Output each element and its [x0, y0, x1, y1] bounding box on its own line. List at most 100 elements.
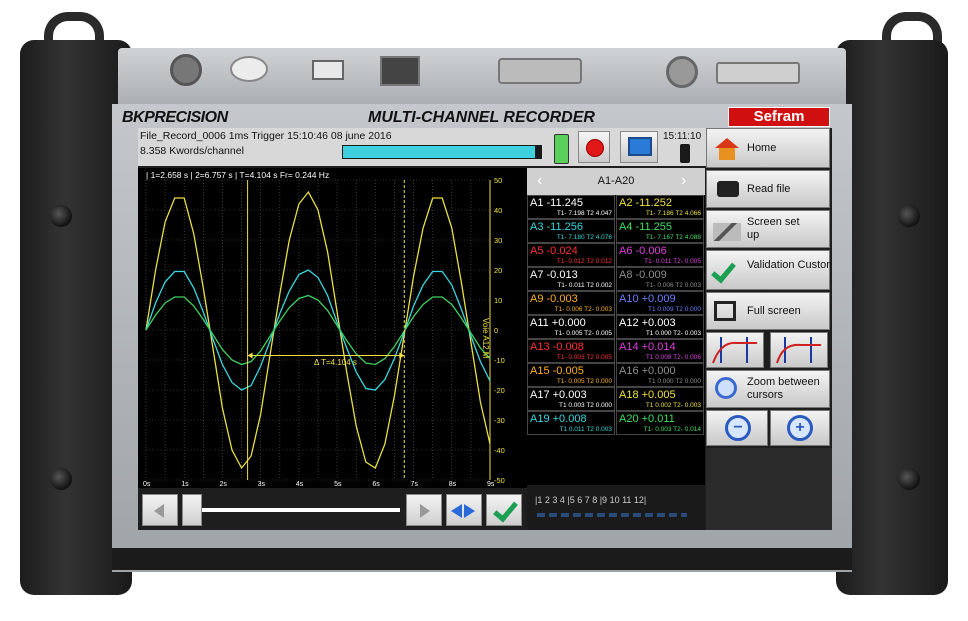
channel-cell-a16[interactable]: A16 +0.000 T1 0.000 T2 0.000: [616, 363, 704, 387]
channel-cell-a11[interactable]: A11 +0.000 T1- 0.005 T2- 0.005: [527, 315, 615, 339]
channel-cell-a14[interactable]: A14 +0.014 T1 0.008 T2- 0.006: [616, 339, 704, 363]
touch-screen: File_Record_0006 1ms Trigger 15:10:46 08…: [138, 128, 832, 530]
screen-setup-button[interactable]: Screen set up: [706, 210, 830, 248]
y-tick-label: -10: [494, 356, 505, 365]
channel-cell-a5[interactable]: A5 -0.024 T1- 0.012 T2 0.012: [527, 243, 615, 267]
serial-port-icon: [716, 62, 800, 84]
channel-cell-a9[interactable]: A9 -0.003 T1- 0.006 T2- 0.003: [527, 291, 615, 315]
channel-cursor-values: T1 0.009 T2 0.000: [647, 306, 701, 313]
clock: 15:11:10: [663, 131, 702, 142]
left-right-arrows-icon: [451, 504, 462, 518]
right-axis-label: Voie A12 M: [481, 318, 490, 359]
zoom-between-cursors-button[interactable]: Zoom between cursors: [706, 370, 830, 408]
zoom-in-icon: +: [787, 415, 813, 441]
y-tick-label: 40: [494, 206, 502, 215]
screw-icon: [898, 205, 920, 227]
partner-logo: Sefram: [728, 107, 830, 127]
channel-cell-a7[interactable]: A7 -0.013 T1- 0.011 T2 0.002: [527, 267, 615, 291]
chevron-right-icon[interactable]: ›: [681, 172, 686, 190]
x-tick-label: 7s: [411, 481, 419, 488]
channel-cursor-values: T1- 0.005 T2- 0.005: [554, 330, 612, 337]
cursor-mode-button-1[interactable]: [706, 332, 764, 368]
x-tick-label: 6s: [372, 481, 380, 488]
channel-cursor-values: T1- 0.011 T2 0.002: [557, 282, 612, 289]
bumper-right: [836, 40, 948, 595]
channel-value: A18 +0.005: [619, 389, 676, 401]
channel-cursor-values: T1 0.011 T2 0.003: [559, 426, 612, 433]
channel-cell-a13[interactable]: A13 -0.008 T1- 0.003 T2 0.005: [527, 339, 615, 363]
channel-value: A6 -0.006: [619, 245, 667, 257]
channel-cursor-values: T1 0.000 T2- 0.003: [645, 330, 701, 337]
zoom-in-button[interactable]: +: [770, 410, 830, 446]
channel-cell-a3[interactable]: A3 -11.256 T1- 7.180 T2 4.076: [527, 219, 615, 243]
y-tick-label: 30: [494, 236, 502, 245]
channel-cell-a8[interactable]: A8 -0.009 T1- 0.006 T2 0.003: [616, 267, 704, 291]
zoom-between-label: Zoom between cursors: [747, 376, 820, 401]
confirm-button[interactable]: [486, 494, 522, 526]
home-label: Home: [747, 141, 777, 154]
screw-icon: [50, 468, 72, 490]
record-icon: [586, 139, 604, 157]
power-jack-icon: [170, 54, 202, 86]
x-tick-label: 0s: [143, 481, 151, 488]
channel-value: A2 -11.252: [619, 197, 673, 209]
expand-horizontal-button[interactable]: [446, 494, 482, 526]
checkmark-icon: [493, 496, 518, 523]
full-screen-button[interactable]: Full screen: [706, 292, 830, 330]
sidebar-empty-area: [706, 448, 832, 530]
channel-cursor-values: T1 0.008 T2- 0.006: [645, 354, 701, 361]
x-tick-label: 3s: [258, 481, 266, 488]
screw-icon: [50, 205, 72, 227]
channel-value: A7 -0.013: [530, 269, 578, 281]
monitor-camera-icon: [628, 137, 652, 156]
channel-cell-a18[interactable]: A18 +0.005 T1 0.002 T2- 0.003: [616, 387, 704, 411]
arrow-right-icon: [420, 504, 430, 518]
page-selector[interactable]: |1 2 3 4 |5 6 7 8 |9 10 11 12|: [527, 485, 705, 530]
channel-value: A14 +0.014: [619, 341, 676, 353]
waveform-plot[interactable]: 50 40 30 20 10 0 -10 -20 -30 -40 -50 0s 1s 2s 3s 4s 5s 6s…: [138, 168, 527, 488]
left-right-arrows-icon-2: [464, 504, 475, 518]
chart-icon: [713, 223, 741, 241]
channel-cell-a17[interactable]: A17 +0.003 T1 0.003 T2 0.000: [527, 387, 615, 411]
scroll-left-button[interactable]: [142, 494, 178, 526]
validation-button[interactable]: Validation Custom pages: [706, 250, 831, 290]
status-header: File_Record_0006 1ms Trigger 15:10:46 08…: [138, 128, 706, 166]
channel-cursor-values: T1- 0.012 T2 0.012: [556, 258, 612, 265]
power-button[interactable]: [230, 56, 268, 82]
zoom-out-button[interactable]: −: [706, 410, 768, 446]
scroll-right-button[interactable]: [406, 494, 442, 526]
save-screen-button[interactable]: [620, 131, 658, 163]
scroll-thumb[interactable]: [182, 494, 202, 526]
page-dots: [537, 513, 687, 517]
channel-panel: ‹ A1-A20 › A1 -11.245 T1- 7.198 T2 4.047 A…: [527, 168, 705, 530]
channel-cell-a12[interactable]: A12 +0.003 T1 0.000 T2- 0.003: [616, 315, 704, 339]
channel-value: A20 +0.011: [619, 413, 675, 425]
channel-cursor-values: T1- 0.006 T2- 0.003: [554, 306, 612, 313]
channel-cell-a2[interactable]: A2 -11.252 T1- 7.186 T2 4.066: [616, 195, 704, 219]
channel-value: A12 +0.003: [619, 317, 676, 329]
channel-cursor-values: T1- 0.003 T2 0.005: [556, 354, 612, 361]
home-button[interactable]: Home: [706, 128, 830, 168]
y-tick-label: 10: [494, 296, 502, 305]
cursor-mode-button-2[interactable]: [770, 332, 828, 368]
time-scrollbar[interactable]: [202, 508, 400, 512]
channel-cell-a6[interactable]: A6 -0.006 T1- 0.011 T2- 0.005: [616, 243, 704, 267]
brand-logo: BKPRECISION: [122, 109, 228, 126]
channel-cursor-values: T1- 0.003 T2- 0.014: [643, 426, 701, 433]
channel-cell-a1[interactable]: A1 -11.245 T1- 7.198 T2 4.047: [527, 195, 615, 219]
channel-cell-a4[interactable]: A4 -11.255 T1- 7.167 T2 4.088: [616, 219, 704, 243]
delta-arrow-head-left: [247, 352, 253, 359]
zoom-out-icon: −: [725, 415, 751, 441]
record-button[interactable]: [578, 131, 610, 163]
x-tick-label: 1s: [181, 481, 189, 488]
channel-cell-a15[interactable]: A15 -0.005 T1- 0.005 T2 0.000: [527, 363, 615, 387]
record-progress-bar: [342, 145, 542, 159]
y-tick-label: -40: [494, 446, 505, 455]
channel-cell-a20[interactable]: A20 +0.011 T1- 0.003 T2- 0.014: [616, 411, 704, 435]
read-file-button[interactable]: Read file: [706, 170, 830, 208]
channel-cell-a19[interactable]: A19 +0.008 T1 0.011 T2 0.003: [527, 411, 615, 435]
page-numbers: |1 2 3 4 |5 6 7 8 |9 10 11 12|: [535, 495, 647, 505]
y-tick-label: -50: [494, 476, 505, 485]
model-title: MULTI-CHANNEL RECORDER: [368, 109, 595, 126]
channel-cell-a10[interactable]: A10 +0.009 T1 0.009 T2 0.000: [616, 291, 704, 315]
